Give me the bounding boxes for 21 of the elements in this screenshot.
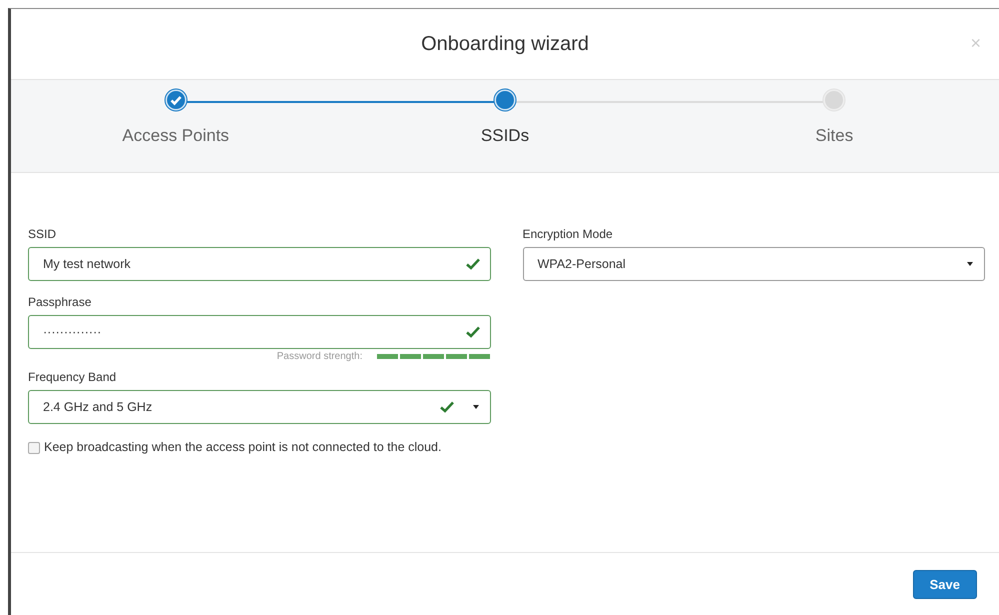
checkbox[interactable] (28, 442, 40, 454)
step-label[interactable]: Sites (815, 126, 854, 146)
password-field[interactable]: ·············· (28, 315, 490, 349)
check-icon (440, 401, 454, 413)
field-label: SSID (28, 227, 58, 241)
input-field[interactable]: My test network (28, 247, 490, 281)
field-label: Frequency Band (28, 370, 118, 384)
caret-icon (472, 404, 480, 410)
field-label: Passphrase (28, 295, 92, 309)
dropdown-field[interactable]: WPA2-Personal (522, 247, 985, 281)
check-icon (466, 258, 480, 270)
check-icon (466, 326, 480, 338)
strength-label: Password strength: (276, 351, 362, 362)
step-label[interactable]: Access Points (122, 126, 230, 146)
caret-icon (966, 261, 974, 267)
dropdown-field[interactable]: 2.4 GHz and 5 GHz (28, 390, 490, 424)
save-button[interactable]: Save (912, 570, 977, 598)
field-label: Encryption Mode (522, 227, 614, 241)
dialog-title: Onboarding wizard (421, 32, 589, 56)
step-label[interactable]: SSIDs (480, 126, 530, 146)
checkbox-label: Keep broadcasting when the access point is not connected to the cloud. (44, 439, 442, 456)
